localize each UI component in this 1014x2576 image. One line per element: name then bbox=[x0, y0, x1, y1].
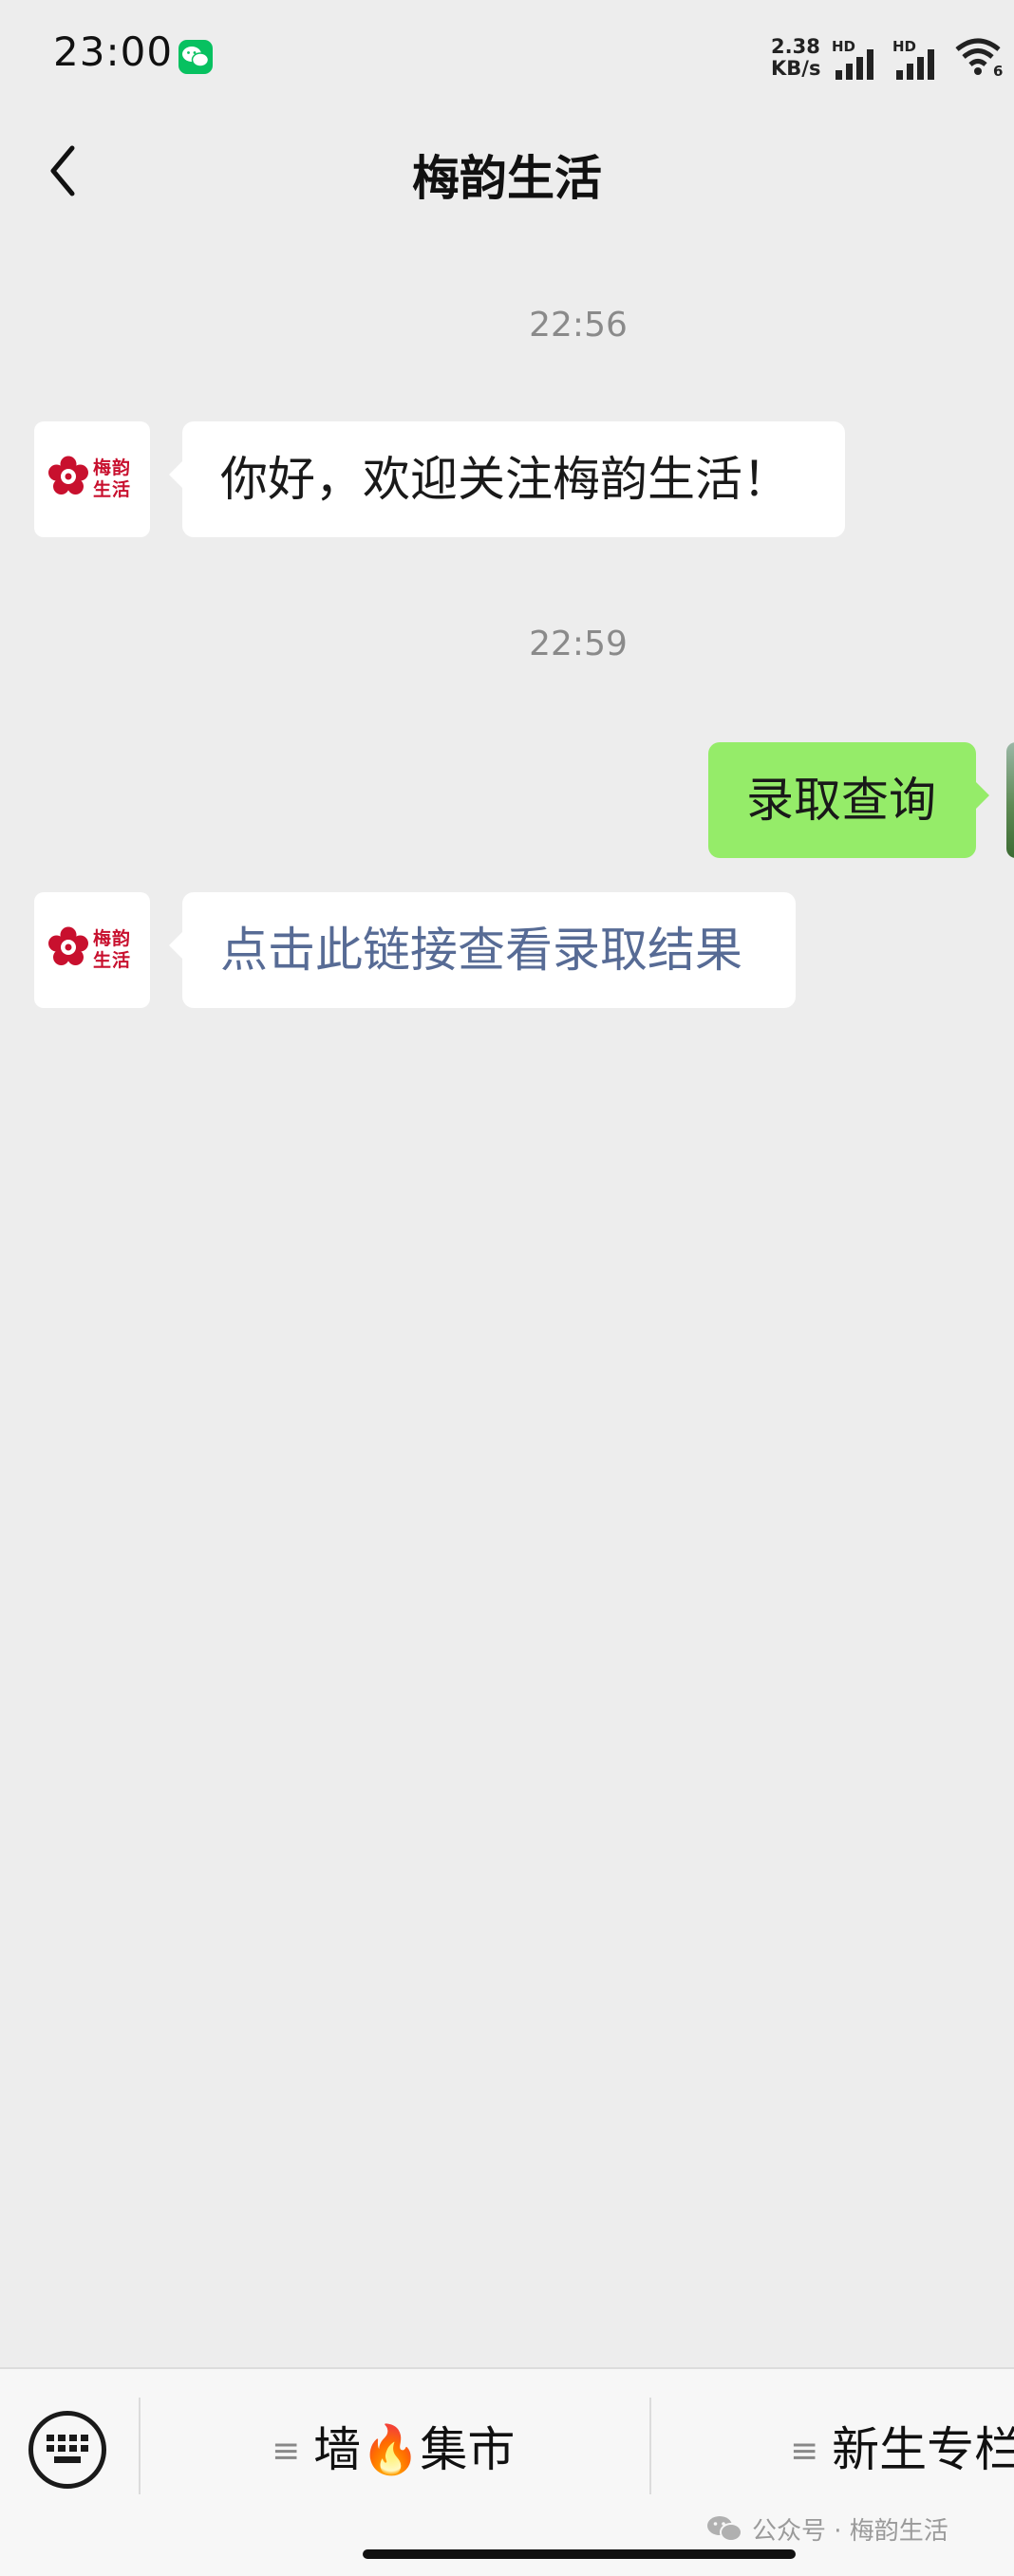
message-timestamp: 22:56 bbox=[529, 306, 628, 345]
avatar-logo-text: 梅韵 生活 bbox=[93, 928, 132, 971]
plum-blossom-logo-icon bbox=[48, 456, 88, 495]
wifi-icon: 6 bbox=[953, 36, 1003, 82]
message-timestamp: 22:59 bbox=[529, 625, 628, 663]
avatar[interactable]: 梅韵 生活 bbox=[34, 892, 150, 1008]
status-bar: 23:00 2.38 KB/s HD HD 6 bbox=[53, 28, 1004, 82]
chat-header: 梅韵生活 bbox=[0, 114, 1014, 237]
menu-item-market[interactable]: ≡ 墙🔥集市 bbox=[272, 2407, 515, 2492]
menu-list-icon: ≡ bbox=[272, 2432, 301, 2471]
network-speed: 2.38 KB/s bbox=[771, 35, 821, 80]
link-message-bubble[interactable]: 点击此链接查看录取结果 bbox=[169, 892, 796, 1008]
outgoing-message-bubble[interactable]: 录取查询 bbox=[708, 742, 989, 858]
keyboard-toggle-button[interactable] bbox=[28, 2411, 106, 2489]
status-time: 23:00 bbox=[53, 28, 174, 75]
menu-divider bbox=[139, 2398, 141, 2494]
menu-item-freshman[interactable]: ≡ 新生专栏 bbox=[790, 2407, 1014, 2492]
self-avatar[interactable] bbox=[1006, 742, 1014, 858]
avatar[interactable]: 梅韵 生活 bbox=[34, 421, 150, 537]
watermark: 公众号 · 梅韵生活 bbox=[706, 2511, 948, 2547]
avatar-logo-text: 梅韵 生活 bbox=[93, 457, 132, 500]
page-title: 梅韵生活 bbox=[412, 151, 602, 206]
incoming-message-bubble[interactable]: 你好，欢迎关注梅韵生活！ bbox=[169, 421, 845, 537]
wechat-notification-icon bbox=[178, 40, 213, 74]
plum-blossom-logo-icon bbox=[48, 926, 88, 965]
home-indicator[interactable] bbox=[363, 2549, 796, 2559]
bottom-menu-bar: ≡ 墙🔥集市 ≡ 新生专栏 公众号 · 梅韵生活 bbox=[0, 2367, 1014, 2576]
menu-list-icon: ≡ bbox=[790, 2432, 819, 2471]
wechat-watermark-icon bbox=[707, 2516, 742, 2542]
menu-divider bbox=[649, 2398, 651, 2494]
keyboard-icon bbox=[47, 2435, 88, 2463]
wifi-badge: 6 bbox=[993, 63, 1004, 80]
